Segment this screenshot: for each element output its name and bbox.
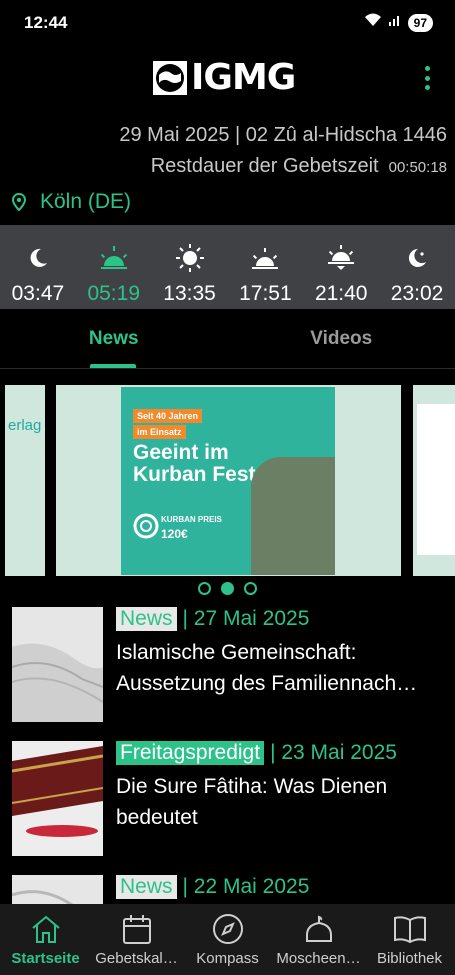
banner-tag: im Einsatz (133, 425, 186, 439)
status-icons: 97 (364, 13, 433, 32)
banner-tag: Seit 40 Jahren (133, 409, 203, 423)
carousel-slide-current[interactable]: Seit 40 Jahren im Einsatz Geeint im Kurb… (56, 385, 401, 576)
prayer-times-bar: 03:47 05:19 13:35 17:51 21:40 23:02 (0, 225, 455, 309)
nav-kompass[interactable]: Kompass (182, 904, 273, 975)
prayer-time: 17:51 (239, 282, 292, 305)
tab-videos[interactable]: Videos (228, 309, 455, 368)
sunrise-icon (98, 242, 130, 274)
slide-text: erlag (8, 417, 42, 434)
location-selector[interactable]: Köln (DE) (12, 190, 131, 214)
prayer-fajr[interactable]: 03:47 (0, 225, 76, 309)
bottom-navigation: Startseite Gebetskal… Kompass Moscheen… … (0, 904, 455, 975)
news-category-badge: News (116, 875, 177, 899)
compass-icon (210, 912, 246, 946)
mosque-icon (301, 912, 337, 946)
banner-title-line: Kurban Fest (133, 463, 256, 486)
news-category-badge: Freitagspredigt (116, 741, 265, 765)
prayer-sunrise[interactable]: 05:19 (76, 225, 152, 309)
news-date: | 23 Mai 2025 (270, 741, 397, 764)
prayer-asr[interactable]: 17:51 (227, 225, 303, 309)
news-item[interactable]: News | 22 Mai 2025 (12, 875, 452, 905)
news-title: Die Sure Fâtiha: Was Dienen bedeutet (116, 775, 388, 829)
remaining-label: Restdauer der Gebetszeit (150, 155, 379, 177)
news-date: | 22 Mai 2025 (182, 875, 310, 898)
more-options-button[interactable] (419, 64, 435, 92)
prayer-time: 05:19 (87, 282, 141, 305)
half-sun-icon (249, 242, 281, 274)
nav-startseite[interactable]: Startseite (0, 904, 91, 975)
news-item[interactable]: Freitagspredigt | 23 Mai 2025 Die Sure F… (12, 741, 452, 857)
news-meta: News | 27 Mai 2025 (116, 607, 446, 631)
nav-gebetskalender[interactable]: Gebetskal… (91, 904, 182, 975)
prayer-time: 03:47 (11, 282, 65, 305)
kurban-banner: Seit 40 Jahren im Einsatz Geeint im Kurb… (121, 387, 335, 575)
nav-label: Kompass (196, 950, 259, 967)
banner-price-value: 120€ (161, 527, 188, 541)
book-icon (392, 912, 428, 946)
status-time: 12:44 (24, 13, 68, 32)
news-carousel[interactable]: erlag Seit 40 Jahren im Einsatz Geeint i… (0, 385, 455, 577)
remaining-value: 00:50:18 (388, 159, 447, 176)
prayer-isha[interactable]: 23:02 (379, 225, 455, 309)
dot-icon (424, 66, 430, 71)
newspaper-thumbnail (12, 607, 103, 722)
moon-star-icon (401, 242, 433, 274)
status-bar: 12:44 97 (0, 0, 455, 46)
home-icon (28, 912, 64, 946)
news-meta: Freitagspredigt | 23 Mai 2025 (116, 741, 446, 765)
newspaper-thumbnail (12, 875, 103, 905)
carousel-dot-active[interactable] (221, 582, 234, 595)
banner-price-label: KURBAN PREIS (161, 515, 222, 524)
prayer-maghrib[interactable]: 21:40 (303, 225, 379, 309)
news-date: | 27 Mai 2025 (182, 607, 310, 630)
nav-moscheen[interactable]: Moscheen… (273, 904, 364, 975)
banner-title: Geeint im Kurban Fest (133, 442, 256, 486)
nav-label: Startseite (11, 950, 80, 967)
location-name: Köln (DE) (40, 190, 132, 213)
date-line: 29 Mai 2025 | 02 Zû al-Hidscha 1446 (119, 124, 447, 146)
slide-next-content (417, 404, 455, 555)
prayer-time: 21:40 (314, 282, 368, 305)
nav-label: Bibliothek (376, 950, 443, 967)
sunset-icon (325, 242, 357, 274)
carousel-slide-prev[interactable]: erlag (5, 385, 45, 576)
news-title: Islamische Gemeinschaft: Aussetzung des … (116, 641, 418, 695)
logo-text: IGMG (191, 57, 296, 98)
prayer-time: 13:35 (163, 282, 216, 305)
prayer-time: 23:02 (390, 282, 444, 305)
news-content: News | 27 Mai 2025 Islamische Gemeinscha… (116, 607, 446, 699)
nav-bibliothek[interactable]: Bibliothek (364, 904, 455, 975)
tab-news[interactable]: News (0, 309, 228, 368)
wifi-icon (364, 13, 382, 32)
globe-logo-icon (153, 61, 187, 95)
banner-title-line: Geeint im (133, 441, 229, 464)
news-content: News | 22 Mai 2025 (116, 875, 446, 899)
carousel-dot[interactable] (244, 582, 257, 595)
remaining-time: Restdauer der Gebetszeit 00:50:18 (151, 155, 447, 178)
content-tabs: News Videos (0, 309, 455, 369)
crescent-moon-icon (22, 242, 54, 274)
quran-thumbnail (12, 741, 103, 856)
dot-icon (424, 75, 430, 81)
calendar-icon (119, 912, 155, 946)
location-pin-icon (12, 193, 26, 211)
app-header: IGMG (0, 46, 455, 116)
prayer-dhuhr[interactable]: 13:35 (152, 225, 228, 309)
carousel-dot[interactable] (198, 582, 211, 595)
news-content: Freitagspredigt | 23 Mai 2025 Die Sure F… (116, 741, 446, 833)
igmg-logo: IGMG (153, 60, 305, 96)
battery-indicator: 97 (407, 13, 433, 32)
sun-icon (174, 242, 206, 274)
news-category-badge: News (116, 607, 177, 631)
signal-icon (388, 13, 402, 32)
news-item[interactable]: News | 27 Mai 2025 Islamische Gemeinscha… (12, 607, 452, 723)
news-meta: News | 22 Mai 2025 (116, 875, 446, 899)
banner-photo (251, 457, 335, 575)
nav-label: Moscheen… (276, 950, 361, 967)
ram-logo-icon (133, 513, 159, 539)
carousel-dots (0, 582, 455, 595)
carousel-slide-next[interactable] (413, 385, 455, 576)
nav-label: Gebetskal… (95, 950, 178, 967)
dot-icon (424, 85, 430, 90)
